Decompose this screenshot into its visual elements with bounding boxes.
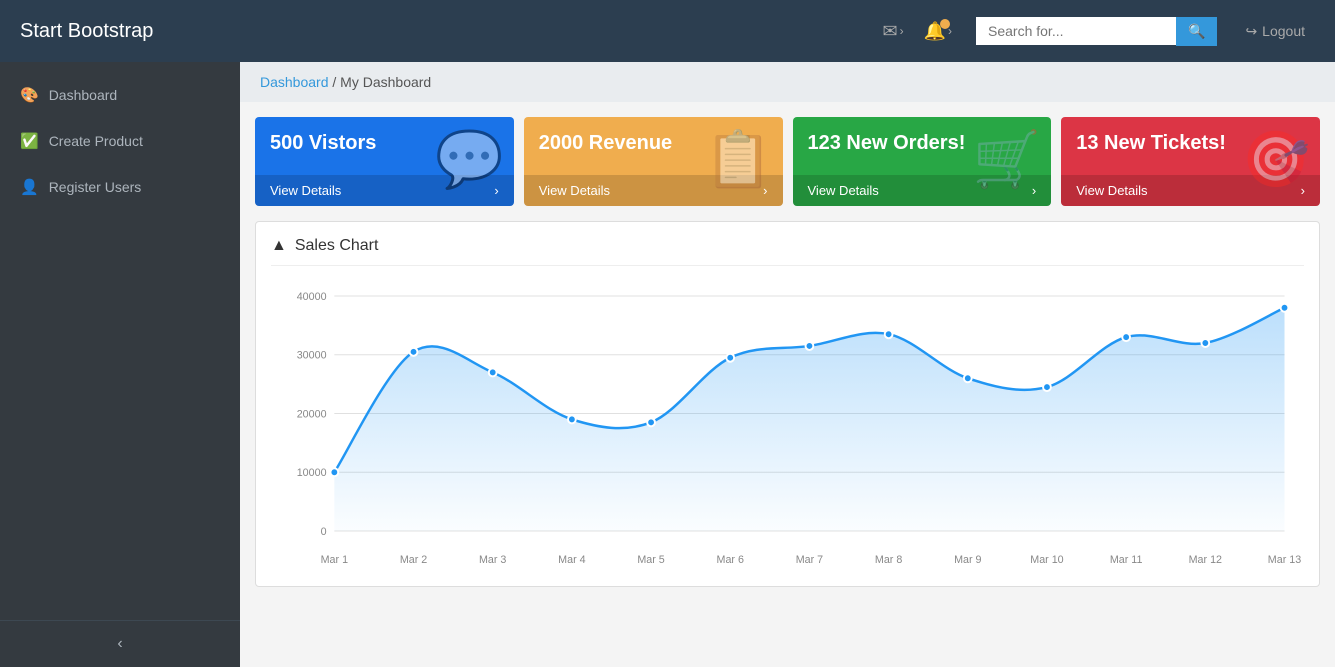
breadcrumb: Dashboard / My Dashboard xyxy=(240,62,1335,102)
breadcrumb-link[interactable]: Dashboard xyxy=(260,74,329,90)
svg-text:Mar 6: Mar 6 xyxy=(717,554,744,566)
dashboard-icon: 🎨 xyxy=(20,86,39,104)
mail-icon: ✉ xyxy=(882,21,897,42)
svg-text:Mar 5: Mar 5 xyxy=(637,554,664,566)
logout-icon: ↪ xyxy=(1245,23,1257,40)
svg-text:Mar 9: Mar 9 xyxy=(954,554,981,566)
chart-container: 0 10000 20000 30000 40000 Mar 1 Mar 2 Mar 3 Mar… xyxy=(271,281,1304,571)
svg-text:Mar 4: Mar 4 xyxy=(558,554,585,566)
search-form: 🔍 xyxy=(976,17,1217,46)
main-layout: 🎨 Dashboard ✅ Create Product 👤 Register … xyxy=(0,62,1335,667)
content-area: Dashboard / My Dashboard 500 Vistors 💬 V… xyxy=(240,62,1335,667)
sidebar-item-create-product[interactable]: ✅ Create Product xyxy=(0,118,240,164)
card-visitors-icon: 💬 xyxy=(435,127,503,192)
card-orders[interactable]: 123 New Orders! 🛒 View Details › xyxy=(793,117,1052,206)
sidebar-item-register-users[interactable]: 👤 Register Users xyxy=(0,164,240,210)
svg-text:Mar 3: Mar 3 xyxy=(479,554,506,566)
svg-text:0: 0 xyxy=(321,526,327,538)
mail-chevron: › xyxy=(900,24,904,38)
sidebar-toggle-icon: ‹ xyxy=(117,635,122,653)
svg-text:30000: 30000 xyxy=(297,350,327,362)
mail-button[interactable]: ✉ › xyxy=(876,17,909,46)
svg-text:Mar 10: Mar 10 xyxy=(1030,554,1063,566)
navbar: Start Bootstrap ✉ › 🔔 › 🔍 ↪ Logout xyxy=(0,0,1335,62)
svg-text:Mar 7: Mar 7 xyxy=(796,554,823,566)
card-revenue[interactable]: 2000 Revenue 📋 View Details › xyxy=(524,117,783,206)
sales-chart-svg: 0 10000 20000 30000 40000 Mar 1 Mar 2 Mar 3 Mar… xyxy=(271,281,1304,571)
svg-text:Mar 13: Mar 13 xyxy=(1268,554,1301,566)
chart-title: ▲ Sales Chart xyxy=(271,237,1304,266)
svg-text:20000: 20000 xyxy=(297,408,327,420)
breadcrumb-separator: / xyxy=(332,74,336,90)
chart-title-icon: ▲ xyxy=(271,237,287,255)
svg-text:Mar 12: Mar 12 xyxy=(1189,554,1222,566)
svg-text:Mar 8: Mar 8 xyxy=(875,554,902,566)
logout-button[interactable]: ↪ Logout xyxy=(1235,17,1315,46)
search-input[interactable] xyxy=(976,17,1176,45)
sidebar-nav: 🎨 Dashboard ✅ Create Product 👤 Register … xyxy=(0,72,240,210)
chart-section: ▲ Sales Chart 0 10000 20000 30000 40000 Mar … xyxy=(255,221,1320,587)
svg-text:Mar 1: Mar 1 xyxy=(321,554,348,566)
svg-text:10000: 10000 xyxy=(297,467,327,479)
create-product-icon: ✅ xyxy=(20,132,39,150)
sidebar-toggle[interactable]: ‹ xyxy=(0,620,240,667)
svg-text:40000: 40000 xyxy=(297,291,327,303)
card-orders-icon: 🛒 xyxy=(973,127,1041,192)
search-icon: 🔍 xyxy=(1188,23,1205,39)
search-button[interactable]: 🔍 xyxy=(1176,17,1217,46)
breadcrumb-current: My Dashboard xyxy=(340,74,431,90)
brand-title: Start Bootstrap xyxy=(20,20,876,43)
svg-text:Mar 11: Mar 11 xyxy=(1110,554,1143,566)
sidebar: 🎨 Dashboard ✅ Create Product 👤 Register … xyxy=(0,62,240,667)
cards-row: 500 Vistors 💬 View Details › 2000 Revenu… xyxy=(240,102,1335,216)
register-users-icon: 👤 xyxy=(20,178,39,196)
navbar-right: ✉ › 🔔 › 🔍 ↪ Logout xyxy=(876,17,1315,46)
card-visitors[interactable]: 500 Vistors 💬 View Details › xyxy=(255,117,514,206)
svg-text:Mar 2: Mar 2 xyxy=(400,554,427,566)
sidebar-item-dashboard[interactable]: 🎨 Dashboard xyxy=(0,72,240,118)
notification-badge xyxy=(940,19,950,29)
card-revenue-icon: 📋 xyxy=(704,127,772,192)
card-tickets-icon: 🎯 xyxy=(1242,127,1310,192)
card-tickets[interactable]: 13 New Tickets! 🎯 View Details › xyxy=(1061,117,1320,206)
notifications-button[interactable]: 🔔 › xyxy=(918,17,958,46)
